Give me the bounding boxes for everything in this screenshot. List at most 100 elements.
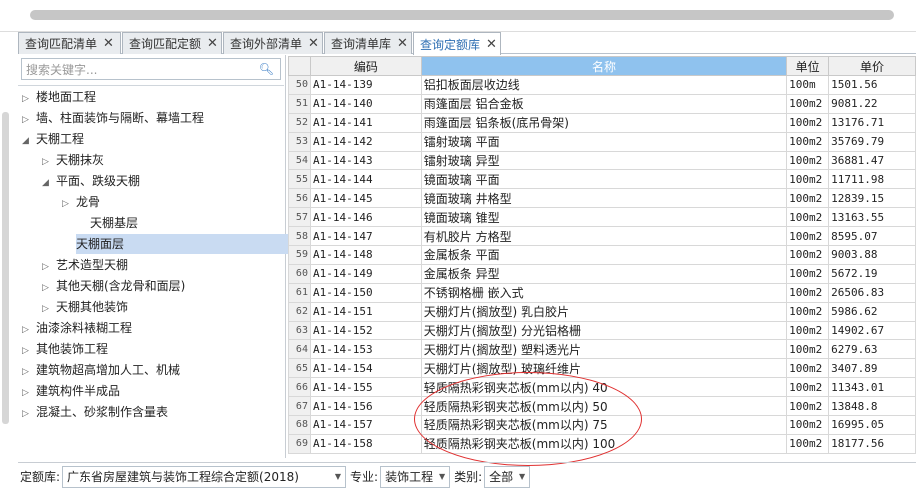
close-icon[interactable]: ✕ bbox=[397, 36, 408, 51]
table-row[interactable]: 58 A1-14-147 有机胶片 方格型 100m2 8595.07 bbox=[288, 226, 916, 247]
column-header-name[interactable]: 名称 bbox=[420, 56, 788, 76]
expand-arrow-icon[interactable]: ▷ bbox=[22, 362, 36, 382]
tree-node-label: 建筑构件半成品 bbox=[36, 384, 121, 398]
table-row[interactable]: 53 A1-14-142 镭射玻璃 平面 100m2 35769.79 bbox=[288, 131, 916, 152]
table-row[interactable]: 55 A1-14-144 镜面玻璃 平面 100m2 11711.98 bbox=[288, 169, 916, 190]
search-icon[interactable]: 🔍︎ bbox=[259, 62, 274, 76]
tree-node[interactable]: ▷ 混凝土、砂浆制作含量表 bbox=[22, 402, 168, 422]
unit-cell: 100m bbox=[786, 75, 830, 95]
column-header-unit[interactable]: 单位 bbox=[786, 56, 830, 76]
expand-arrow-icon[interactable]: ▷ bbox=[22, 383, 36, 403]
tree-node[interactable]: ▷ 天棚抹灰 bbox=[42, 150, 104, 170]
expand-arrow-icon[interactable]: ▷ bbox=[42, 278, 56, 298]
table-row[interactable]: 64 A1-14-153 天棚灯片(搁放型) 塑料透光片 100m2 6279.63 bbox=[288, 339, 916, 360]
tab-query-quota-library[interactable]: 查询定额库 ✕ bbox=[413, 32, 501, 55]
tab-query-matched-quota[interactable]: 查询匹配定额 ✕ bbox=[122, 32, 222, 54]
close-icon[interactable]: ✕ bbox=[308, 36, 319, 51]
tree-node[interactable]: ▷ 油漆涂料裱糊工程 bbox=[22, 318, 132, 338]
major-select[interactable]: 装饰工程 ▼ bbox=[380, 465, 451, 488]
name-cell: 镜面玻璃 平面 bbox=[420, 169, 788, 190]
table-row[interactable]: 65 A1-14-154 天棚灯片(搁放型) 玻璃纤维片 100m2 3407.89 bbox=[288, 358, 916, 379]
quota-table-container: 编码 名称 单位 单价 50 A1-14-139 铝扣板面层收边线 100m 1501.… bbox=[288, 56, 916, 458]
search-placeholder: 搜索关键字... bbox=[26, 62, 98, 77]
close-icon[interactable]: ✕ bbox=[207, 36, 218, 51]
row-number: 58 bbox=[288, 226, 311, 247]
table-row[interactable]: 63 A1-14-152 天棚灯片(搁放型) 分光铝格栅 100m2 14902.67 bbox=[288, 320, 916, 341]
expand-arrow-icon[interactable]: ▷ bbox=[42, 299, 56, 319]
close-icon[interactable]: ✕ bbox=[486, 37, 497, 52]
tree-node[interactable]: ◢ 天棚工程 bbox=[22, 129, 84, 149]
close-icon[interactable]: ✕ bbox=[103, 36, 114, 51]
tab-query-matched-list[interactable]: 查询匹配清单 ✕ bbox=[18, 32, 121, 54]
expand-arrow-icon[interactable]: ▷ bbox=[22, 320, 36, 340]
unit-cell: 100m2 bbox=[786, 433, 830, 454]
tab-query-external-list[interactable]: 查询外部清单 ✕ bbox=[223, 32, 323, 54]
table-row[interactable]: 62 A1-14-151 天棚灯片(搁放型) 乳白胶片 100m2 5986.62 bbox=[288, 301, 916, 322]
collapse-arrow-icon[interactable]: ◢ bbox=[42, 173, 56, 193]
horizontal-scrollbar[interactable] bbox=[30, 10, 894, 20]
expand-arrow-icon[interactable]: ▷ bbox=[22, 341, 36, 361]
expand-arrow-icon[interactable]: ▷ bbox=[42, 257, 56, 277]
unit-cell: 100m2 bbox=[786, 358, 830, 379]
tree-node[interactable]: ▷ 其他天棚(含龙骨和面层) bbox=[42, 276, 185, 296]
table-row[interactable]: 52 A1-14-141 雨篷面层 铝条板(底吊骨架) 100m2 13176.71 bbox=[288, 112, 916, 133]
row-number: 59 bbox=[288, 245, 311, 265]
table-row[interactable]: 60 A1-14-149 金属板条 异型 100m2 5672.19 bbox=[288, 263, 916, 284]
vertical-scrollbar[interactable] bbox=[2, 112, 9, 424]
expand-arrow-icon[interactable]: ▷ bbox=[22, 110, 36, 130]
tree-node[interactable]: ▷ 墙、柱面装饰与隔断、幕墙工程 bbox=[22, 108, 204, 128]
tree-node[interactable]: ▷ 楼地面工程 bbox=[22, 87, 96, 107]
price-cell: 6279.63 bbox=[828, 339, 916, 360]
tree-node-label: 天棚面层 bbox=[76, 237, 125, 251]
quota-library-value: 广东省房屋建筑与装饰工程综合定额(2018) bbox=[67, 470, 299, 484]
quota-library-label: 定额库: bbox=[20, 470, 61, 484]
collapse-arrow-icon[interactable]: ◢ bbox=[22, 131, 36, 151]
quota-library-select[interactable]: 广东省房屋建筑与装饰工程综合定额(2018) ▼ bbox=[62, 465, 347, 488]
tab-label: 查询外部清单 bbox=[230, 37, 303, 51]
code-cell: A1-14-145 bbox=[309, 188, 422, 209]
expand-arrow-icon[interactable]: ▷ bbox=[22, 404, 36, 424]
expand-arrow-icon[interactable]: ▷ bbox=[22, 89, 36, 109]
row-number: 51 bbox=[288, 93, 311, 114]
price-cell: 14902.67 bbox=[828, 320, 916, 341]
tree-node-label: 混凝土、砂浆制作含量表 bbox=[36, 405, 169, 419]
category-select[interactable]: 全部 ▼ bbox=[484, 465, 531, 488]
table-row[interactable]: 56 A1-14-145 镜面玻璃 井格型 100m2 12839.15 bbox=[288, 188, 916, 209]
tree-node[interactable]: 天棚基层 bbox=[62, 213, 138, 233]
tree-node[interactable]: ▷ 龙骨 bbox=[62, 192, 100, 212]
name-cell: 镭射玻璃 平面 bbox=[420, 131, 788, 152]
tree-node[interactable]: ◢ 平面、跌级天棚 bbox=[42, 171, 140, 191]
expand-arrow-icon[interactable]: ▷ bbox=[42, 152, 56, 172]
tree-node[interactable]: 天棚面层 bbox=[76, 234, 298, 254]
price-cell: 13176.71 bbox=[828, 112, 916, 133]
search-input[interactable]: 搜索关键字... 🔍︎ bbox=[21, 58, 281, 80]
unit-cell: 100m2 bbox=[786, 245, 830, 265]
tree-node[interactable]: ▷ 天棚其他装饰 bbox=[42, 297, 128, 317]
code-cell: A1-14-141 bbox=[309, 112, 422, 133]
name-cell: 天棚灯片(搁放型) 塑料透光片 bbox=[420, 339, 788, 360]
tree-node[interactable]: ▷ 艺术造型天棚 bbox=[42, 255, 128, 275]
tree-node-label: 天棚工程 bbox=[36, 132, 85, 146]
tree-node[interactable]: ▷ 其他装饰工程 bbox=[22, 339, 108, 359]
table-row[interactable]: 61 A1-14-150 不锈钢格栅 嵌入式 100m2 26506.83 bbox=[288, 282, 916, 303]
row-number: 63 bbox=[288, 320, 311, 341]
column-header-code[interactable]: 编码 bbox=[309, 56, 422, 76]
table-row[interactable]: 51 A1-14-140 雨篷面层 铝合金板 100m2 9081.22 bbox=[288, 93, 916, 114]
expand-arrow-icon[interactable]: ▷ bbox=[62, 194, 76, 214]
column-header-price[interactable]: 单价 bbox=[828, 56, 916, 76]
table-row[interactable]: 66 A1-14-155 轻质隔热彩钢夹芯板(mm以内) 40 100m2 11343.… bbox=[288, 377, 916, 398]
tab-query-list-library[interactable]: 查询清单库 ✕ bbox=[324, 32, 412, 54]
code-cell: A1-14-155 bbox=[309, 377, 422, 398]
table-row[interactable]: 67 A1-14-156 轻质隔热彩钢夹芯板(mm以内) 50 100m2 13848.… bbox=[288, 396, 916, 417]
code-cell: A1-14-148 bbox=[309, 245, 422, 265]
tree-node[interactable]: ▷ 建筑构件半成品 bbox=[22, 381, 120, 401]
table-row[interactable]: 57 A1-14-146 镜面玻璃 锥型 100m2 13163.55 bbox=[288, 207, 916, 228]
left-panel: 搜索关键字... 🔍︎ ▷ 楼地面工程 ▷ 墙、柱面装饰与隔断、幕墙工程 ◢ 天棚工程 ▷ 天… bbox=[18, 55, 298, 458]
tree-node[interactable]: ▷ 建筑物超高增加人工、机械 bbox=[22, 360, 180, 380]
table-row[interactable]: 69 A1-14-158 轻质隔热彩钢夹芯板(mm以内) 100 100m2 18177… bbox=[288, 433, 916, 454]
row-number: 68 bbox=[288, 415, 311, 435]
table-row[interactable]: 68 A1-14-157 轻质隔热彩钢夹芯板(mm以内) 75 100m2 16995.… bbox=[288, 415, 916, 435]
table-row[interactable]: 50 A1-14-139 铝扣板面层收边线 100m 1501.56 bbox=[288, 75, 916, 95]
table-row[interactable]: 54 A1-14-143 镭射玻璃 异型 100m2 36881.47 bbox=[288, 150, 916, 171]
table-row[interactable]: 59 A1-14-148 金属板条 平面 100m2 9003.88 bbox=[288, 245, 916, 265]
